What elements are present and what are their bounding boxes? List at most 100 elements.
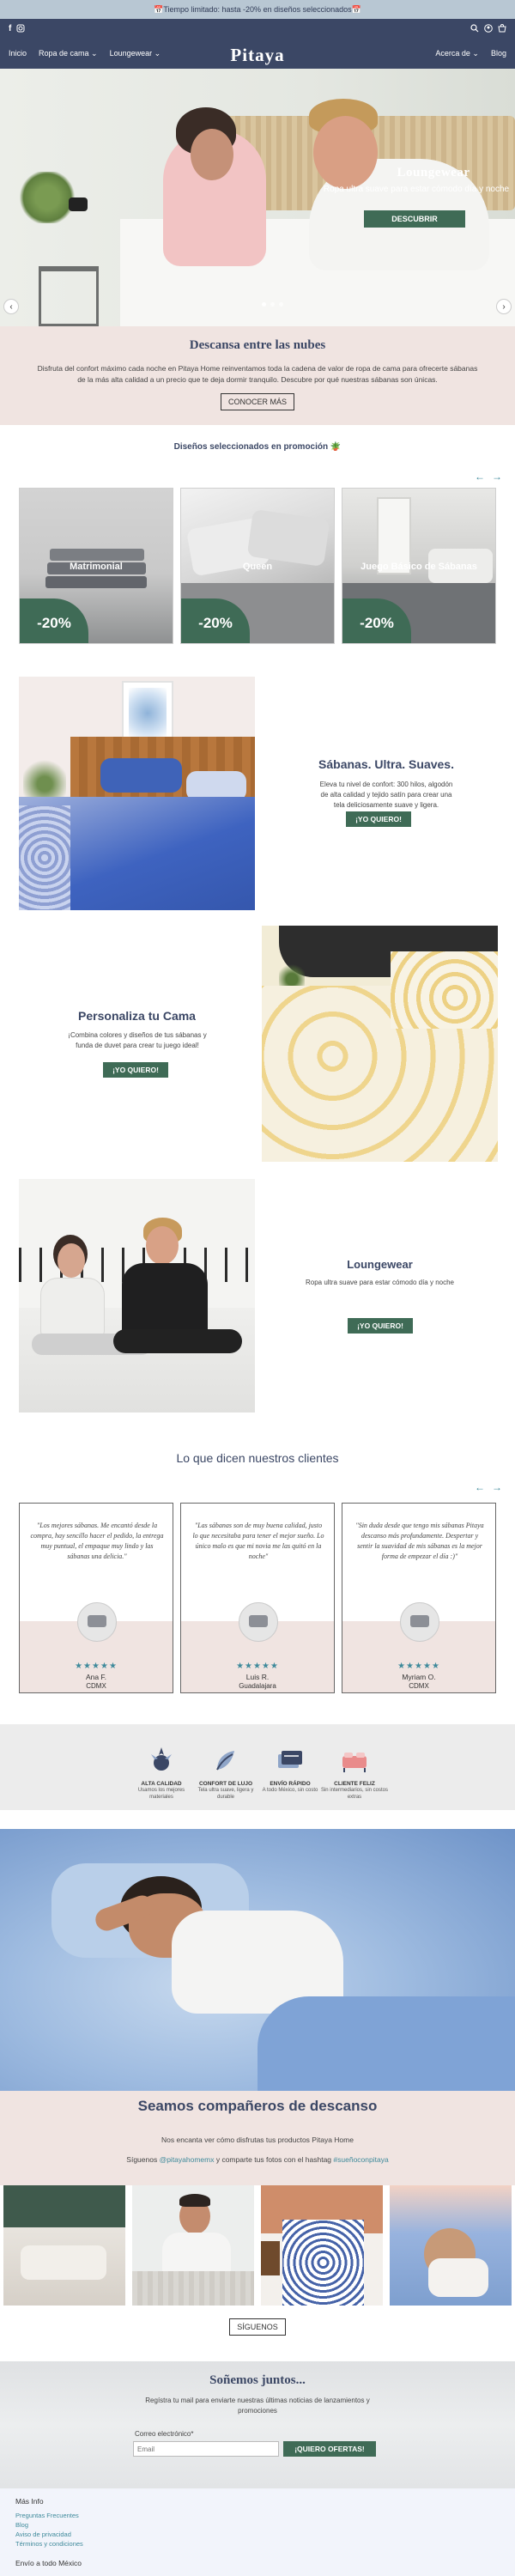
- footer-link-blog[interactable]: Blog: [15, 2521, 28, 2529]
- nav-item-ropa-de-cama[interactable]: Ropa de cama ⌄: [39, 49, 98, 58]
- benefit-desc: A todo México, sin costo: [262, 1788, 318, 1793]
- sabanas-cta-button[interactable]: ¡YO QUIERO!: [346, 811, 411, 827]
- intro-section: Descansa entre las nubes Disfruta del co…: [0, 326, 515, 425]
- benefit-comfort: CONFORT DE LUJO Tela ultra suave, ligera…: [191, 1746, 260, 1801]
- footer-shipping-note: Envío a todo México: [15, 2559, 82, 2567]
- benefits-strip: ALTA CALIDAD Usamos los mejores material…: [0, 1724, 515, 1810]
- hero-dot[interactable]: [262, 302, 266, 307]
- facebook-icon[interactable]: f: [9, 24, 11, 35]
- hero-subtitle: Ropa ultra suave para estar cómodo día y…: [323, 185, 510, 194]
- newsletter-text: Regístra tu mail para enviarte nuestras …: [145, 2397, 370, 2415]
- instagram-photo[interactable]: [390, 2185, 512, 2306]
- testimonial-card: "Sin duda desde que tengo mis sábanas Pi…: [342, 1503, 496, 1693]
- testimonials-arrows: ← →: [475, 1481, 502, 1493]
- intro-text: Disfruta del confort máximo cada noche e…: [37, 364, 478, 384]
- happy-client-icon: [339, 1746, 370, 1777]
- learn-more-button[interactable]: CONOCER MÁS: [221, 393, 294, 410]
- arrow-left-icon[interactable]: ←: [475, 1481, 485, 1493]
- product-thumbnail: [77, 1602, 117, 1642]
- loungewear-title: Loungewear: [347, 1258, 413, 1271]
- hashtag-link[interactable]: #sueñoconpitaya: [333, 2155, 388, 2164]
- subscribe-button[interactable]: ¡QUIERO OFERTAS!: [283, 2441, 376, 2457]
- arrow-right-icon[interactable]: →: [492, 1481, 502, 1493]
- testimonial-card: "Las sábanas son de muy buena calidad, j…: [180, 1503, 335, 1693]
- announcement-text: 📅Tiempo limitado: hasta -20% en diseños …: [154, 4, 361, 14]
- hero-prev-button[interactable]: ‹: [3, 299, 19, 314]
- email-field[interactable]: [133, 2441, 279, 2457]
- hero-side-table: [39, 266, 99, 326]
- sabanas-image: [19, 677, 255, 910]
- product-thumbnail: [400, 1602, 439, 1642]
- search-icon[interactable]: [470, 24, 479, 35]
- personaliza-cta-button[interactable]: ¡YO QUIERO!: [103, 1062, 168, 1078]
- community-follow-prefix: Síguenos: [126, 2155, 160, 2164]
- benefit-quality: ALTA CALIDAD Usamos los mejores material…: [127, 1746, 196, 1801]
- hero-next-button[interactable]: ›: [496, 299, 512, 314]
- shipping-icon: [275, 1746, 306, 1777]
- testimonials-title: Lo que dicen nuestros clientes: [176, 1451, 339, 1465]
- follow-us-button[interactable]: SÍGUENOS: [229, 2318, 286, 2336]
- newsletter-section: Soñemos juntos... Regístra tu mail para …: [0, 2361, 515, 2488]
- hero-dot[interactable]: [279, 302, 283, 307]
- testimonial-author: Myriam O.: [402, 1673, 436, 1681]
- hero-pagination: [262, 302, 283, 307]
- product-thumbnail: [239, 1602, 278, 1642]
- hero-woman-head: [191, 129, 233, 180]
- instagram-photo[interactable]: [132, 2185, 254, 2306]
- testimonial-city: CDMX: [409, 1682, 429, 1690]
- intro-title: Descansa entre las nubes: [189, 338, 326, 352]
- benefit-title: CONFORT DE LUJO: [198, 1781, 253, 1787]
- hero-dot[interactable]: [270, 302, 275, 307]
- footer-link-faq[interactable]: Preguntas Frecuentes: [15, 2512, 79, 2519]
- promo-card-label: Juego Básico de Sábanas: [360, 562, 477, 572]
- sabanas-title: Sábanas. Ultra. Suaves.: [318, 757, 454, 771]
- chevron-left-icon: ‹: [9, 301, 13, 312]
- promo-card-juego-basico[interactable]: Juego Básico de Sábanas -20%: [342, 488, 496, 644]
- benefit-desc: Sin intermediarios, sin costos extras: [320, 1788, 389, 1800]
- promo-card-queen[interactable]: Queen -20%: [180, 488, 335, 644]
- community-follow-mid: y comparte tus fotos con el hashtag: [214, 2155, 334, 2164]
- account-icon[interactable]: [484, 24, 493, 35]
- rating-stars: ★★★★★: [397, 1662, 440, 1671]
- arrow-right-icon[interactable]: →: [492, 471, 502, 483]
- social-links: f: [9, 24, 25, 35]
- instagram-handle-link[interactable]: @pitayahomemx: [160, 2155, 215, 2164]
- personaliza-title: Personaliza tu Cama: [78, 1009, 196, 1023]
- footer-link-privacy[interactable]: Aviso de privacidad: [15, 2530, 71, 2538]
- nav-item-blog[interactable]: Blog: [491, 49, 506, 58]
- hero-lamp: [69, 197, 88, 211]
- hero-slider: Loungewear Ropa ultra suave para estar c…: [0, 69, 515, 326]
- lifestyle-banner-image: [0, 1829, 515, 2091]
- footer-link-terms[interactable]: Términos y condiciones: [15, 2540, 83, 2548]
- nav-item-acerca-de[interactable]: Acerca de ⌄: [435, 49, 479, 58]
- nav-item-inicio[interactable]: Inicio: [9, 49, 27, 58]
- loungewear-cta-button[interactable]: ¡YO QUIERO!: [348, 1318, 413, 1334]
- testimonial-quote: "Sin duda desde que tengo mis sábanas Pi…: [355, 1522, 484, 1560]
- nav-item-loungewear[interactable]: Loungewear ⌄: [110, 49, 161, 58]
- site-footer: Más Info Preguntas Frecuentes Blog Aviso…: [0, 2488, 515, 2576]
- announcement-bar: 📅Tiempo limitado: hasta -20% en diseños …: [0, 0, 515, 19]
- arrow-left-icon[interactable]: ←: [475, 471, 485, 483]
- rating-stars: ★★★★★: [75, 1662, 118, 1671]
- promo-card-matrimonial[interactable]: Matrimonial -20%: [19, 488, 173, 644]
- personaliza-text: ¡Combina colores y diseños de tus sábana…: [68, 1031, 207, 1049]
- benefit-shipping: ENVÍO RÁPIDO A todo México, sin costo: [256, 1746, 324, 1794]
- footer-heading: Más Info: [15, 2497, 44, 2506]
- promo-title: Diseños seleccionados en promoción 🪴: [173, 442, 342, 452]
- instagram-icon[interactable]: [16, 24, 25, 35]
- promo-card-label: Matrimonial: [70, 562, 123, 572]
- benefit-title: CLIENTE FELIZ: [334, 1781, 375, 1787]
- utility-icons: [470, 24, 506, 35]
- cart-icon[interactable]: [498, 24, 506, 35]
- community-text: Nos encanta ver cómo disfrutas tus produ…: [161, 2136, 354, 2144]
- sabanas-text: Eleva tu nivel de confort: 300 hilos, al…: [319, 781, 453, 809]
- hero-title: Loungewear: [397, 166, 470, 179]
- benefit-title: ENVÍO RÁPIDO: [270, 1781, 311, 1787]
- testimonial-author: Luis R.: [245, 1673, 270, 1681]
- loungewear-text: Ropa ultra suave para estar cómodo día y…: [306, 1279, 454, 1286]
- testimonial-card: "Los mejores sábanas. Me encantó desde l…: [19, 1503, 173, 1693]
- main-nav-left: Inicio Ropa de cama ⌄ Loungewear ⌄: [9, 49, 161, 58]
- hero-cta-button[interactable]: DESCUBRIR: [364, 210, 465, 228]
- instagram-photo[interactable]: [3, 2185, 125, 2306]
- instagram-photo[interactable]: [261, 2185, 383, 2306]
